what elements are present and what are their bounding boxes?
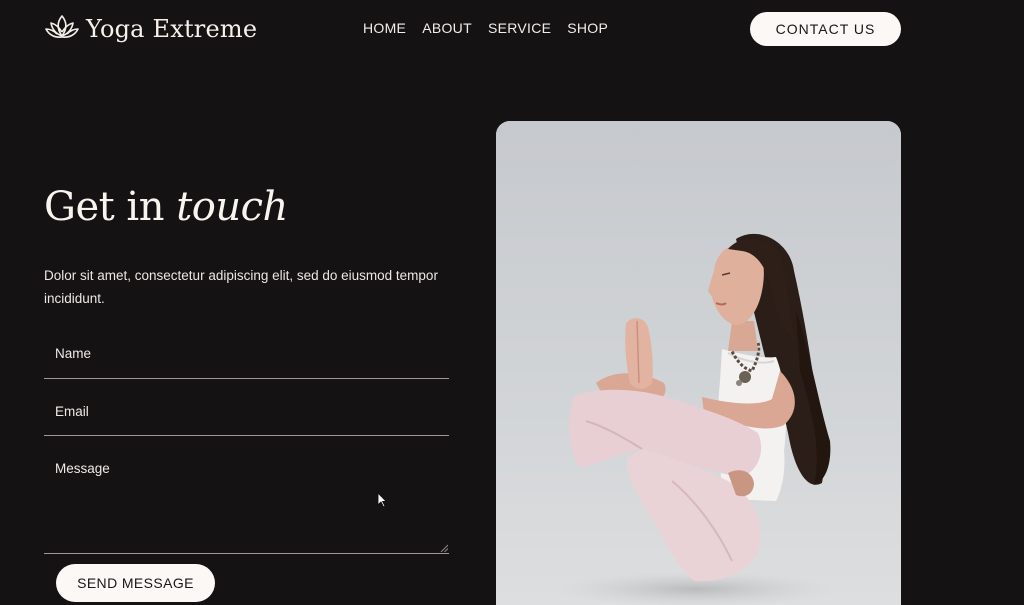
title-italic: touch	[176, 184, 288, 230]
contact-page: Yoga Extreme HOME ABOUT SERVICE SHOP CON…	[0, 0, 1024, 605]
nav-about[interactable]: ABOUT	[422, 20, 472, 36]
send-message-button[interactable]: SEND MESSAGE	[56, 564, 215, 602]
message-field[interactable]: Message	[44, 449, 449, 554]
yoga-photo	[496, 121, 901, 605]
name-field[interactable]: Name	[44, 334, 449, 379]
title-plain: Get in	[44, 184, 164, 230]
email-field[interactable]: Email	[44, 391, 449, 436]
main-nav: HOME ABOUT SERVICE SHOP	[363, 20, 608, 36]
mouse-cursor-icon	[377, 492, 387, 508]
intro-text: Dolor sit amet, consectetur adipiscing e…	[44, 268, 438, 306]
brand-logo[interactable]: Yoga Extreme	[44, 12, 257, 46]
name-placeholder: Name	[55, 346, 92, 361]
message-placeholder: Message	[55, 461, 110, 476]
resize-handle-icon[interactable]	[440, 544, 448, 552]
page-title: Get in touch	[44, 184, 288, 230]
woman-meditating-illustration	[496, 121, 901, 605]
nav-shop[interactable]: SHOP	[567, 20, 608, 36]
contact-us-button[interactable]: CONTACT US	[750, 12, 901, 46]
lotus-icon	[44, 12, 80, 47]
nav-home[interactable]: HOME	[363, 20, 406, 36]
brand-name: Yoga Extreme	[86, 15, 258, 43]
nav-service[interactable]: SERVICE	[488, 20, 551, 36]
email-placeholder: Email	[55, 404, 89, 419]
